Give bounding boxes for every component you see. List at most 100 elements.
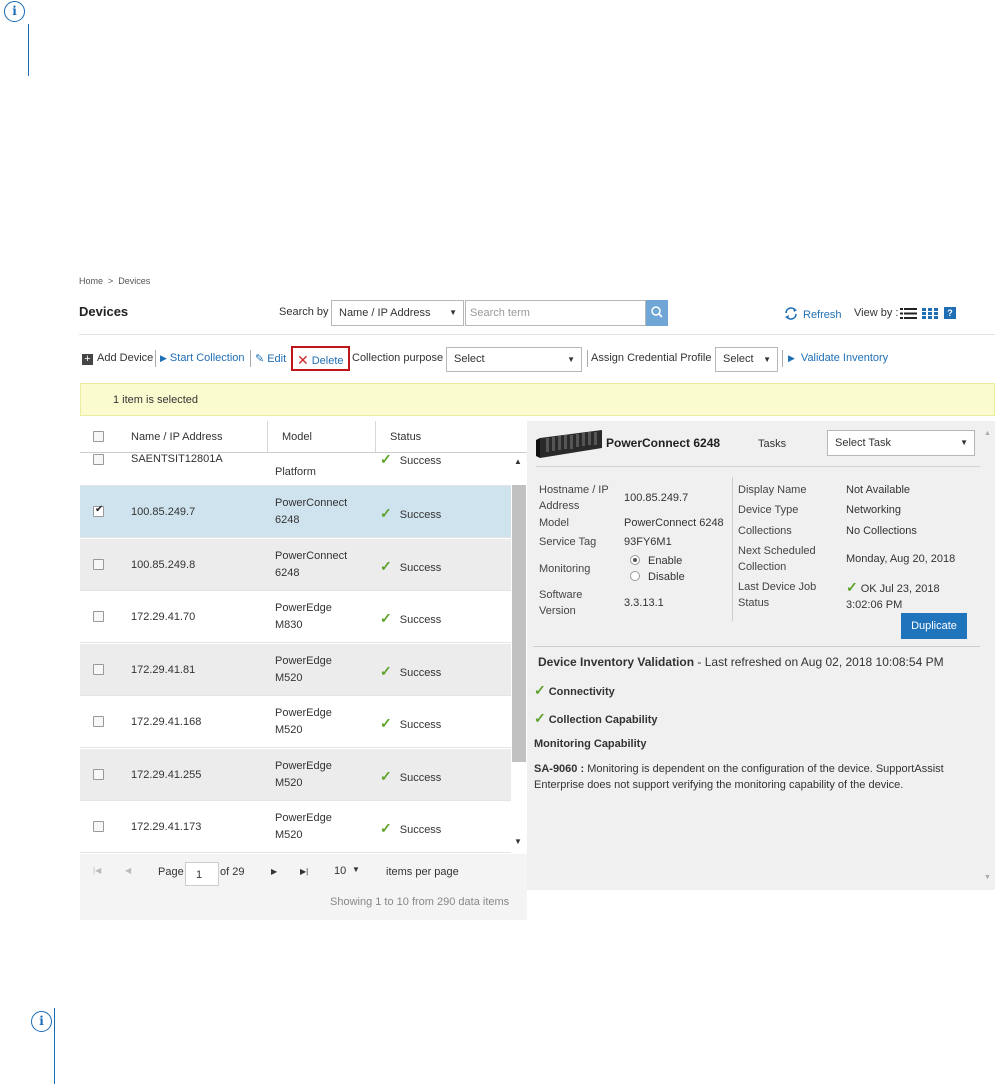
checkmark-icon: ✔ — [95, 504, 104, 515]
help-icon[interactable]: ? — [944, 307, 956, 319]
service-tag-value: 93FY6M1 — [624, 536, 672, 548]
search-field-select[interactable]: Name / IP Address ▼ — [331, 300, 464, 326]
device-model: Platform — [275, 466, 316, 478]
select-all-checkbox[interactable] — [93, 431, 104, 442]
row-checkbox[interactable] — [93, 611, 104, 622]
last-page-icon[interactable]: ▶| — [300, 867, 308, 876]
monitoring-capability-message: SA-9060 : Monitoring is dependent on the… — [534, 763, 944, 791]
column-name[interactable]: Name / IP Address — [131, 431, 223, 443]
view-by-label: View by : — [854, 307, 899, 319]
table-row[interactable]: ✔ 100.85.249.7 PowerConnect 6248 ✓ Success — [80, 486, 511, 538]
device-detail-panel: PowerConnect 6248 Tasks Select Task ▼ Hos… — [527, 421, 995, 890]
table-row[interactable]: 100.85.249.8 PowerConnect 6248 ✓ Success — [80, 538, 511, 591]
software-version-value: 3.3.13.1 — [624, 597, 664, 609]
device-name: 172.29.41.173 — [131, 821, 202, 833]
device-type-label: Device Type — [738, 504, 799, 516]
checkmark-icon: ✓ — [380, 610, 392, 626]
status-cell: ✓ Success — [380, 767, 442, 784]
device-name: 172.29.41.81 — [131, 663, 196, 676]
close-icon: ✕ — [297, 352, 309, 368]
per-page-label: items per page — [386, 866, 459, 878]
scroll-down-icon[interactable]: ▼ — [514, 837, 522, 846]
status-cell: ✓ Success — [380, 820, 442, 836]
search-button[interactable] — [646, 300, 668, 326]
tasks-select[interactable]: Select Task ▼ — [827, 430, 975, 456]
selection-message: 1 item is selected — [113, 394, 198, 406]
delete-button[interactable]: ✕ Delete — [297, 352, 344, 369]
panel-divider — [533, 646, 980, 647]
device-title: PowerConnect 6248 — [606, 436, 721, 450]
checkmark-icon: ✓ — [380, 662, 392, 679]
row-checkbox[interactable] — [93, 558, 104, 570]
device-name: 100.85.249.8 — [131, 558, 196, 571]
monitoring-enable-radio[interactable]: Enable — [630, 553, 682, 569]
page-count: of 29 — [220, 866, 245, 878]
row-checkbox[interactable] — [93, 454, 104, 465]
page-title: Devices — [79, 304, 129, 319]
column-divider — [375, 421, 376, 452]
info-icon: i — [31, 1011, 52, 1032]
caret-down-icon: ▼ — [567, 355, 575, 364]
scroll-up-icon[interactable]: ▲ — [984, 430, 991, 437]
checkmark-icon: ✓ — [380, 767, 392, 784]
play-icon: ▶ — [160, 353, 167, 363]
device-model: PowerConnect 6248 — [275, 497, 348, 526]
tasks-label: Tasks — [758, 438, 787, 450]
checkmark-icon: ✓ — [534, 710, 546, 726]
column-model[interactable]: Model — [282, 431, 312, 443]
scroll-up-icon[interactable]: ▲ — [514, 457, 522, 466]
row-checkbox[interactable] — [93, 821, 104, 832]
refresh-button[interactable]: Refresh — [784, 307, 842, 321]
panel-scrollbar[interactable] — [980, 421, 995, 890]
start-collection-button[interactable]: ▶ Start Collection — [160, 352, 245, 364]
refresh-icon — [785, 307, 797, 320]
row-checkbox[interactable] — [93, 716, 104, 727]
column-status[interactable]: Status — [390, 431, 421, 443]
breadcrumb-current: Devices — [118, 276, 151, 286]
hostname-label: Hostname / IP Address — [539, 484, 609, 512]
row-checkbox[interactable] — [93, 663, 104, 675]
table-row[interactable]: 172.29.41.255 PowerEdge M520 ✓ Success — [80, 748, 511, 801]
panel-divider — [536, 466, 980, 467]
search-input[interactable]: Search term — [465, 300, 646, 326]
table-row[interactable]: 172.29.41.168 PowerEdge M520 ✓ Success — [80, 696, 511, 748]
first-page-icon[interactable]: |◀ — [93, 866, 101, 875]
prev-page-icon[interactable]: ◀ — [125, 866, 131, 875]
toolbar-separator — [155, 350, 156, 367]
monitoring-disable-radio[interactable]: Disable — [630, 569, 685, 585]
validate-inventory-button[interactable]: ▶ Validate Inventory — [788, 352, 888, 364]
pager: |◀ ◀ Page 1 of 29 ▶ ▶| 10 ▼ items per pag… — [80, 854, 527, 920]
row-checkbox[interactable] — [93, 768, 104, 780]
checkmark-icon: ✓ — [380, 557, 392, 574]
grid-view-icon[interactable] — [922, 308, 938, 322]
page-input[interactable]: 1 — [185, 862, 219, 886]
switch-device-image — [536, 430, 602, 458]
breadcrumb-home[interactable]: Home — [79, 276, 103, 286]
add-device-button[interactable]: + Add Device — [82, 352, 153, 365]
selection-banner: 1 item is selected — [80, 383, 995, 416]
duplicate-button[interactable]: Duplicate — [901, 613, 967, 639]
device-name: 100.85.249.7 — [131, 506, 196, 518]
list-view-icon[interactable] — [900, 308, 917, 322]
edit-button[interactable]: ✎ Edit — [255, 352, 286, 365]
grid-scrollbar-thumb[interactable] — [512, 485, 526, 762]
table-row[interactable]: 172.29.41.70 PowerEdge M830 ✓ Success — [80, 591, 511, 643]
monitoring-label: Monitoring — [539, 563, 591, 575]
next-scheduled-label: Next Scheduled Collection — [738, 545, 816, 573]
table-row[interactable]: 172.29.41.173 PowerEdge M520 ✓ Success — [80, 801, 511, 853]
last-job-status-value: ✓ OK Jul 23, 2018 3:02:06 PM — [846, 579, 940, 611]
device-type-value: Networking — [846, 504, 902, 516]
table-row[interactable]: 172.29.41.81 PowerEdge M520 ✓ Success — [80, 643, 511, 696]
device-model: PowerEdge M520 — [275, 812, 332, 841]
credential-profile-select[interactable]: Select ▼ — [715, 347, 778, 372]
next-page-icon[interactable]: ▶ — [271, 867, 277, 876]
collection-purpose-select[interactable]: Select ▼ — [446, 347, 582, 372]
column-divider — [267, 421, 268, 452]
checkmark-icon: ✓ — [380, 451, 392, 467]
scroll-down-icon[interactable]: ▼ — [984, 874, 991, 881]
row-checkbox[interactable]: ✔ — [93, 504, 104, 517]
status-cell: ✓ Success — [380, 662, 442, 679]
status-cell: ✓ Success — [380, 715, 442, 731]
breadcrumb: Home > Devices — [79, 276, 151, 286]
collection-purpose-label: Collection purpose — [352, 352, 444, 364]
